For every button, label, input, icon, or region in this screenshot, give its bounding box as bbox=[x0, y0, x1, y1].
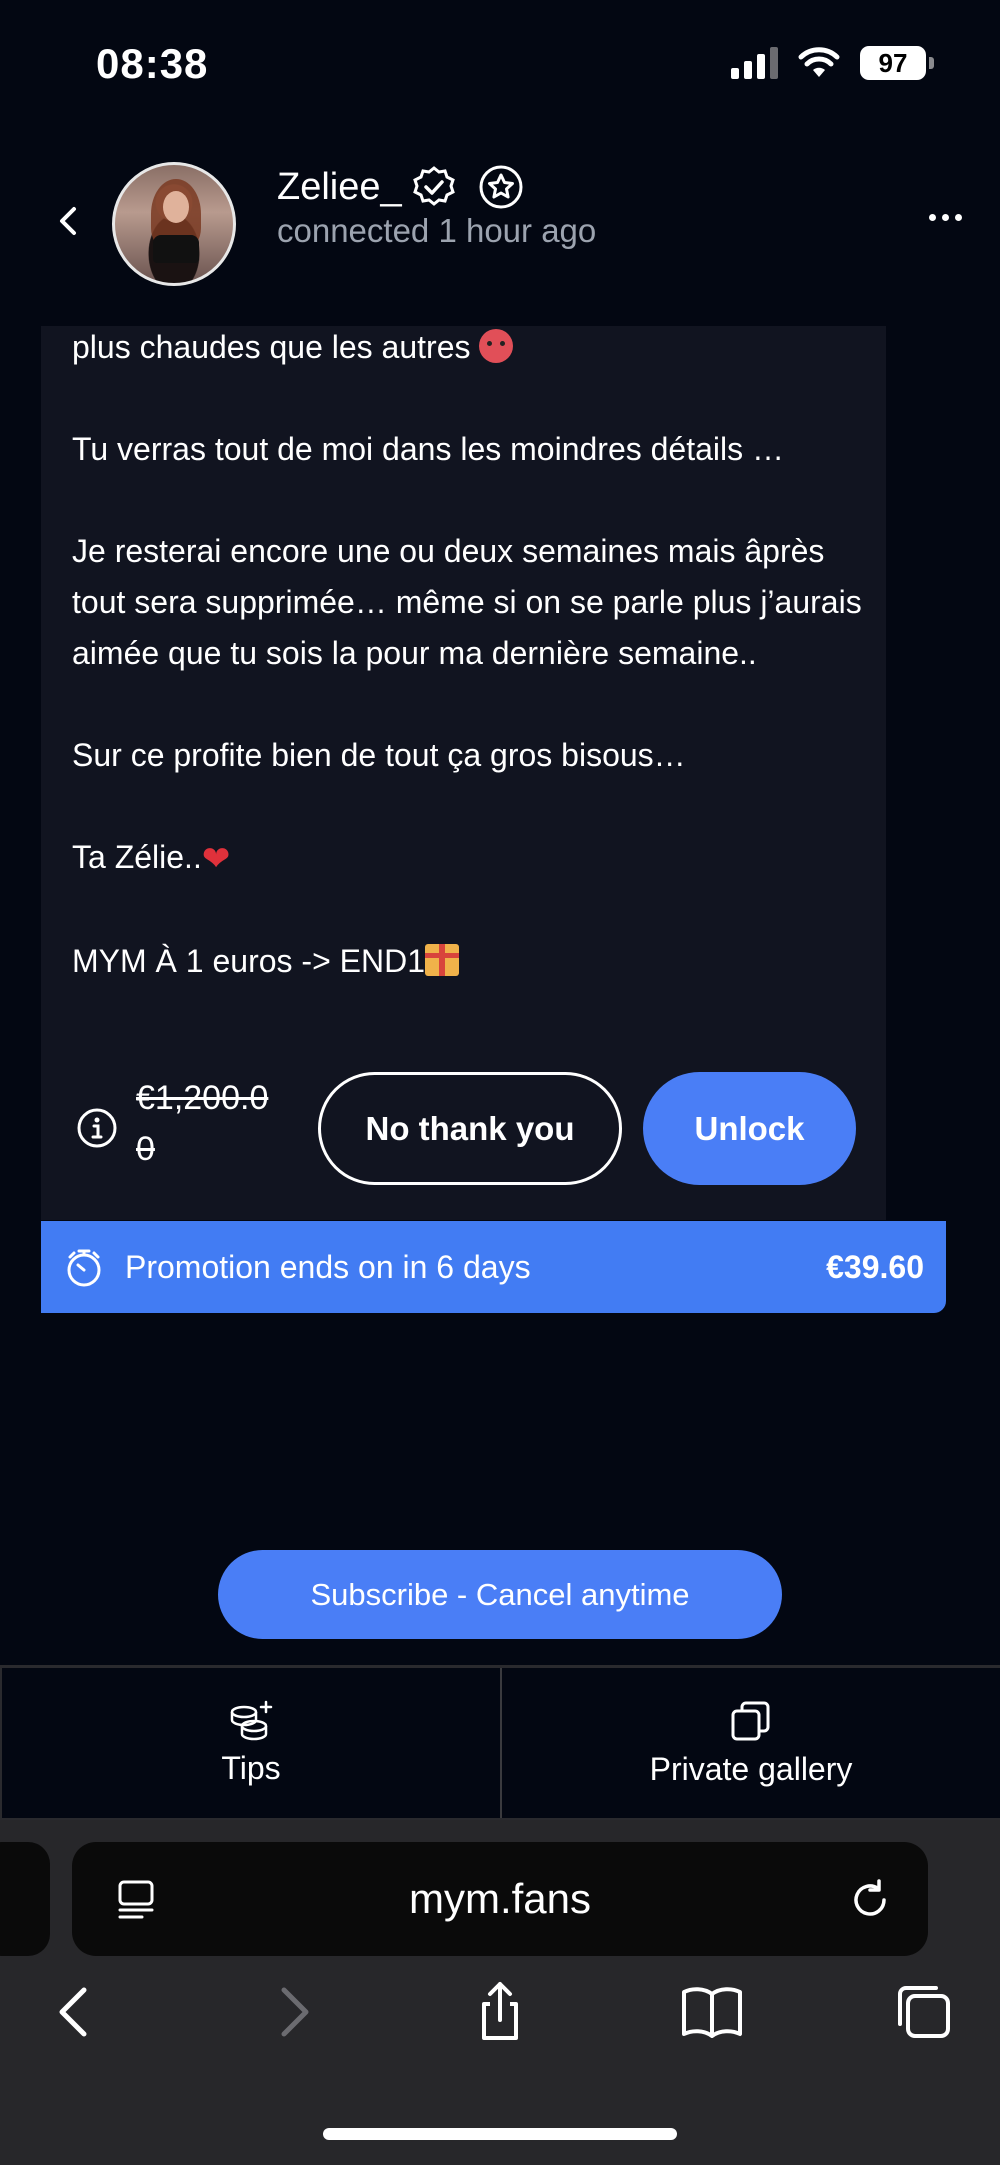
promotion-price: €39.60 bbox=[826, 1248, 924, 1285]
message-text: plus chaudes que les autres Tu verras to… bbox=[72, 322, 872, 987]
share-icon[interactable] bbox=[468, 1980, 532, 2044]
more-options-icon[interactable] bbox=[929, 214, 962, 221]
unlock-button[interactable]: Unlock bbox=[643, 1072, 856, 1185]
message-paragraph: MYM À 1 euros -> END1 bbox=[72, 936, 872, 987]
username: Zeliee_ bbox=[277, 165, 402, 208]
battery-level: 97 bbox=[860, 46, 926, 80]
status-time: 08:38 bbox=[96, 40, 209, 87]
no-thank-you-button[interactable]: No thank you bbox=[318, 1072, 622, 1185]
avatar[interactable] bbox=[112, 162, 236, 286]
wifi-icon bbox=[798, 47, 840, 77]
gift-emoji-icon bbox=[425, 944, 459, 976]
tab-tips[interactable]: Tips bbox=[0, 1668, 500, 1818]
stopwatch-icon bbox=[67, 1249, 101, 1287]
tab-label: Private gallery bbox=[649, 1750, 853, 1787]
original-price: €1,200.00 bbox=[136, 1079, 269, 1168]
status-indicators: 97 bbox=[731, 46, 934, 80]
devil-emoji-icon bbox=[479, 329, 514, 363]
heart-emoji-icon: ❤ bbox=[201, 840, 231, 878]
promotion-bar: Promotion ends on in 6 days €39.60 bbox=[41, 1221, 946, 1313]
message-paragraph: Ta Zélie..❤ bbox=[72, 832, 872, 885]
subscribe-button[interactable]: Subscribe - Cancel anytime bbox=[218, 1550, 782, 1639]
info-icon[interactable] bbox=[76, 1107, 118, 1149]
bottom-tab-bar: Tips Private gallery bbox=[0, 1665, 1000, 1820]
url-text: mym.fans bbox=[408, 1875, 592, 1922]
home-indicator[interactable] bbox=[323, 2128, 677, 2140]
forward-arrow-icon[interactable] bbox=[260, 1980, 324, 2044]
last-seen-status: connected 1 hour ago bbox=[277, 212, 597, 249]
promotion-text: Promotion ends on in 6 days bbox=[125, 1248, 531, 1285]
message-paragraph: Sur ce profite bien de tout ça gros biso… bbox=[72, 737, 686, 773]
verified-badge-icon bbox=[412, 166, 455, 206]
reload-icon[interactable] bbox=[848, 1878, 892, 1922]
browser-chrome: mym.fans bbox=[0, 1820, 1000, 2165]
tab-private-gallery[interactable]: Private gallery bbox=[500, 1668, 1000, 1818]
coins-plus-icon bbox=[230, 1700, 273, 1740]
tab-label: Tips bbox=[221, 1749, 281, 1786]
message-paragraph: plus chaudes que les autres bbox=[72, 322, 872, 373]
tabs-icon[interactable] bbox=[892, 1980, 956, 2044]
gallery-icon bbox=[731, 1701, 770, 1740]
message-paragraph: Je resterai encore une ou deux semaines … bbox=[72, 533, 862, 671]
address-bar[interactable]: mym.fans bbox=[72, 1842, 928, 1956]
star-badge-icon bbox=[479, 165, 523, 209]
bookmarks-icon[interactable] bbox=[680, 1980, 744, 2044]
message-paragraph: Tu verras tout de moi dans les moindres … bbox=[72, 431, 785, 467]
browser-toolbar bbox=[0, 1980, 1000, 2080]
signal-icon bbox=[731, 47, 778, 79]
back-chevron-icon[interactable] bbox=[54, 206, 84, 236]
previous-tab-preview[interactable] bbox=[0, 1842, 50, 1956]
profile-title[interactable]: Zeliee_ bbox=[277, 164, 524, 210]
back-arrow-icon[interactable] bbox=[44, 1980, 108, 2044]
battery-icon: 97 bbox=[860, 46, 934, 80]
page-menu-icon[interactable] bbox=[116, 1879, 156, 1921]
